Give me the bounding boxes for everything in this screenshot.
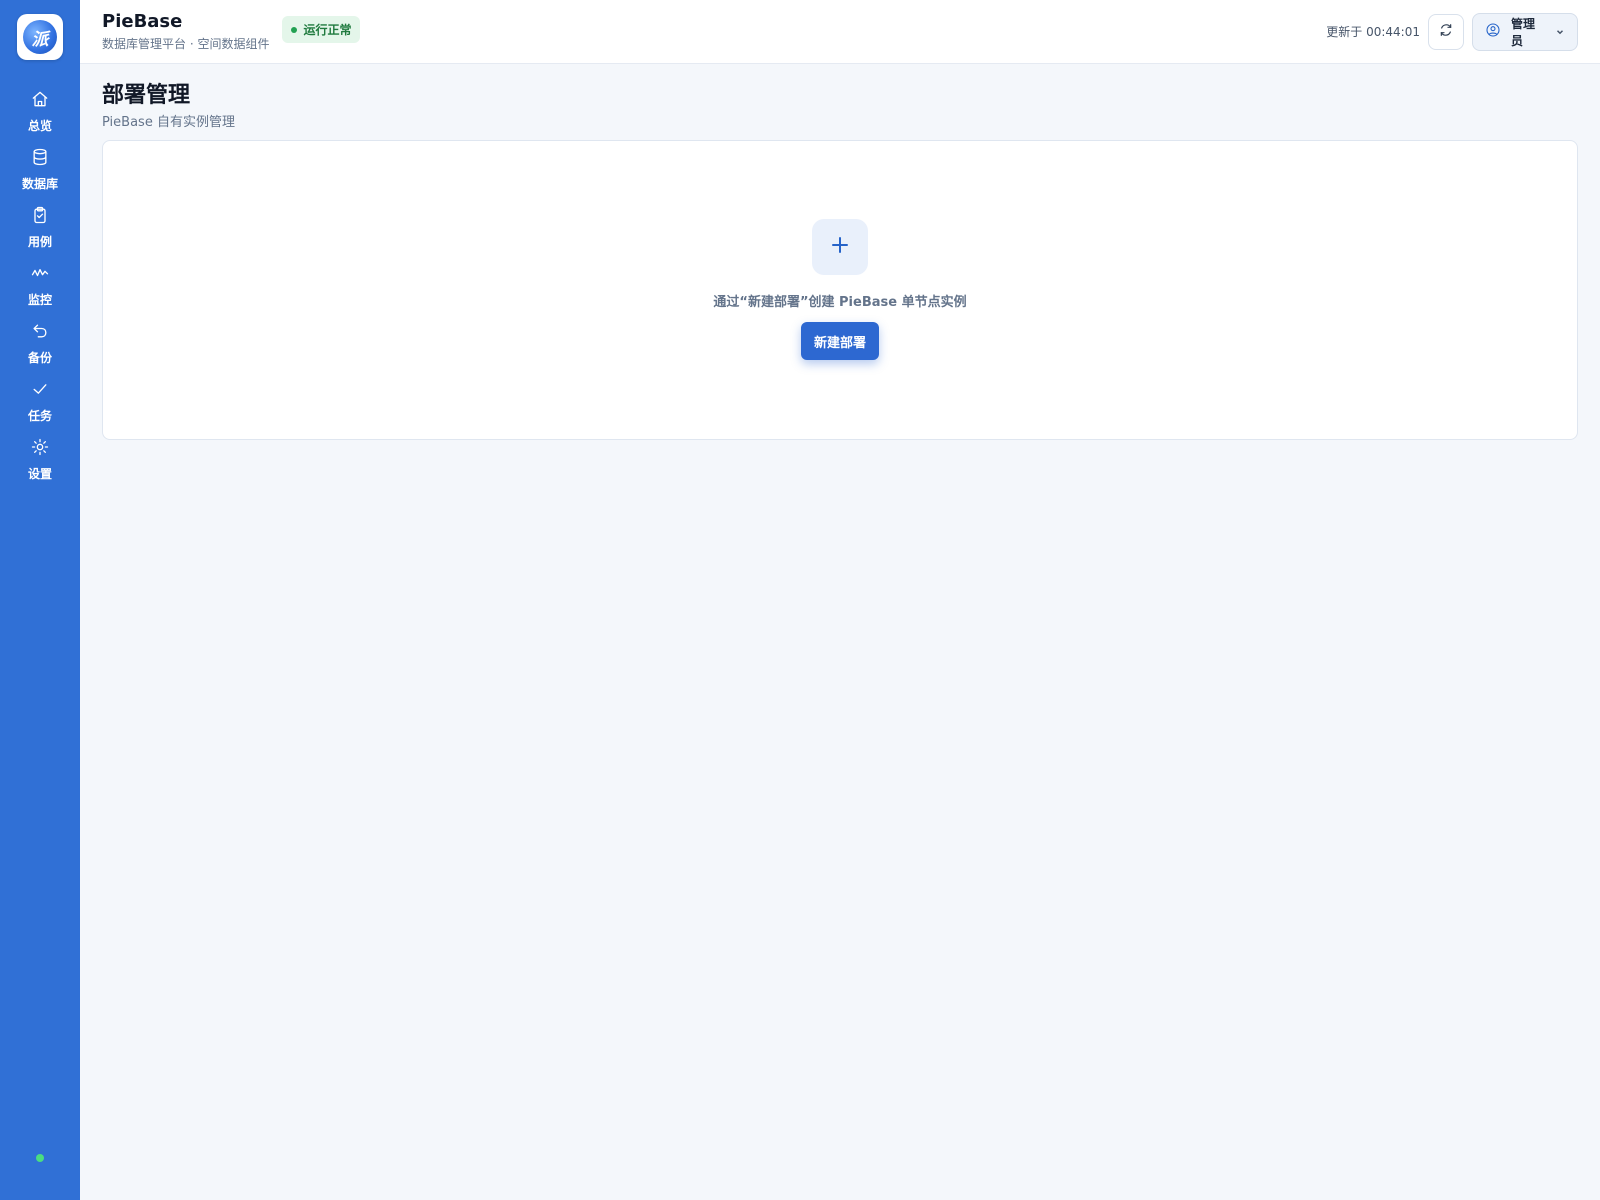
header-actions: 更新于 00:44:01 管理员 [1326,12,1578,51]
clipboard-check-icon [30,205,50,229]
refresh-icon [1438,22,1454,42]
sidebar-item-database[interactable]: 数据库 [0,140,80,198]
sidebar-item-label: 任务 [27,408,52,423]
empty-state-message: 通过“新建部署”创建 PieBase 单节点实例 [713,295,967,310]
logo-mark: 派 [23,20,57,54]
app-logo[interactable]: 派 [17,14,63,60]
sidebar-item-label: 用例 [27,234,52,249]
sidebar: 派 总览 数据库 用例 监控 备份 任务 设置 [0,0,80,1200]
sidebar-item-label: 设置 [27,466,52,481]
connection-status-dot [36,1154,44,1162]
user-circle-icon [1485,22,1501,42]
plus-icon [830,235,850,259]
chevron-down-icon [1545,27,1565,37]
sidebar-item-backup[interactable]: 备份 [0,314,80,372]
sidebar-nav: 总览 数据库 用例 监控 备份 任务 设置 [0,82,80,488]
status-badge: 运行正常 [282,16,361,43]
sidebar-item-use-cases[interactable]: 用例 [0,198,80,256]
status-badge-label: 运行正常 [303,23,352,37]
sidebar-item-label: 备份 [27,350,52,365]
last-updated-text: 更新于 00:44:01 [1326,25,1420,39]
sidebar-item-label: 数据库 [21,176,58,191]
sidebar-item-settings[interactable]: 设置 [0,430,80,488]
sidebar-item-label: 监控 [27,292,52,307]
app-title: PieBase [102,10,183,32]
app-subtitle: 数据库管理平台 · 空间数据组件 [102,36,270,51]
brand: PieBase 数据库管理平台 · 空间数据组件 [102,11,269,53]
sidebar-item-label: 总览 [27,118,52,133]
sun-gear-icon [30,437,50,461]
deployments-panel: 通过“新建部署”创建 PieBase 单节点实例 新建部署 [102,140,1578,440]
sidebar-item-monitoring[interactable]: 监控 [0,256,80,314]
top-header: PieBase 数据库管理平台 · 空间数据组件 运行正常 更新于 00:44:… [80,0,1600,64]
check-icon [30,379,50,403]
database-icon [30,147,50,171]
sidebar-item-tasks[interactable]: 任务 [0,372,80,430]
app-root: 派 总览 数据库 用例 监控 备份 任务 设置 PieBase 数据库管理平台 … [0,0,1600,1200]
undo-icon [30,321,50,345]
user-name: 管理员 [1511,16,1536,48]
new-deployment-button[interactable]: 新建部署 [800,322,879,360]
page-title: 部署管理 [102,83,191,108]
main-content: 部署管理 PieBase 自有实例管理 通过“新建部署”创建 PieBase 单… [102,64,1578,440]
refresh-button[interactable] [1428,13,1464,50]
activity-icon [30,263,50,287]
status-dot-icon [291,26,298,33]
user-menu-button[interactable]: 管理员 [1472,12,1578,51]
home-icon [30,89,50,113]
page-subtitle: PieBase 自有实例管理 [102,115,235,130]
empty-state-icon-box [812,219,868,275]
sidebar-item-overview[interactable]: 总览 [0,82,80,140]
